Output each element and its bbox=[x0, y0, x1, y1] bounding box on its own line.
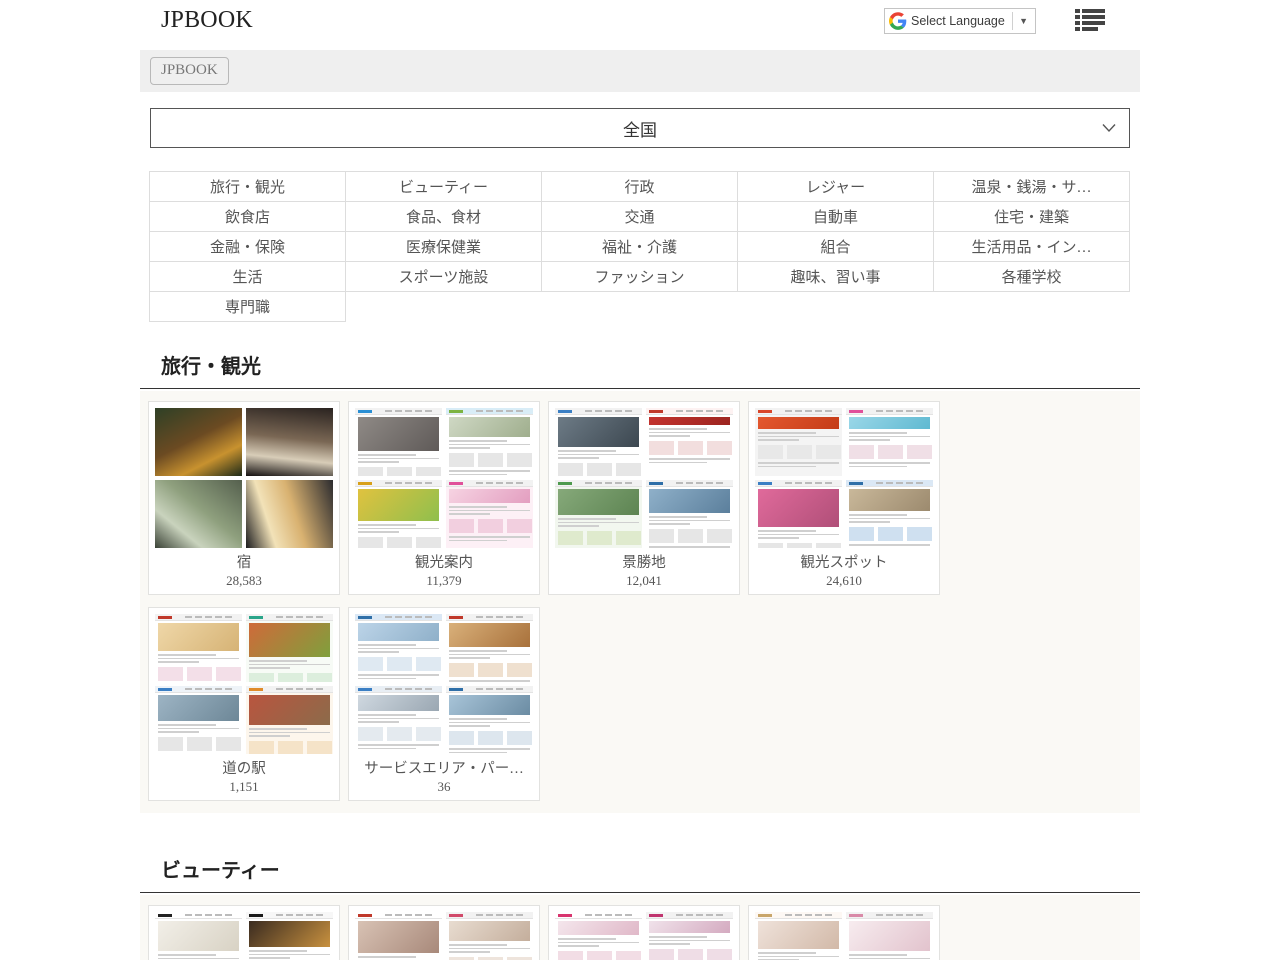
category-card[interactable]: 景勝地12,041 bbox=[548, 401, 740, 595]
card-thumbnail bbox=[353, 910, 535, 960]
card-thumbnail bbox=[153, 406, 335, 549]
category-cell[interactable]: 生活用品・イン… bbox=[934, 232, 1130, 262]
category-cell[interactable]: ファッション bbox=[542, 262, 738, 292]
section-title: ビューティー bbox=[161, 854, 280, 883]
category-row: 旅行・観光ビューティー行政レジャー温泉・銭湯・サ… bbox=[150, 172, 1130, 202]
list-menu-icon[interactable] bbox=[1074, 7, 1106, 33]
category-cell[interactable]: 趣味、習い事 bbox=[738, 262, 934, 292]
site-logo[interactable]: JPBOOK bbox=[161, 7, 253, 34]
category-cell[interactable]: 飲食店 bbox=[150, 202, 346, 232]
category-cell[interactable]: 温泉・銭湯・サ… bbox=[934, 172, 1130, 202]
breadcrumb-item-home[interactable]: JPBOOK bbox=[150, 57, 229, 85]
chevron-down-icon bbox=[1102, 124, 1116, 133]
category-cell[interactable]: 食品、食材 bbox=[346, 202, 542, 232]
card-thumbnail bbox=[353, 612, 535, 755]
category-cell-empty bbox=[738, 292, 934, 322]
category-cell[interactable]: 自動車 bbox=[738, 202, 934, 232]
section-divider bbox=[140, 892, 1140, 893]
category-cell-empty bbox=[934, 292, 1130, 322]
card-thumbnail bbox=[153, 612, 335, 755]
category-cell-empty bbox=[346, 292, 542, 322]
category-row: 飲食店食品、食材交通自動車住宅・建築 bbox=[150, 202, 1130, 232]
card-label: 道の駅 bbox=[155, 757, 333, 778]
category-card[interactable]: 道の駅1,151 bbox=[148, 607, 340, 801]
card-label: 宿 bbox=[155, 551, 333, 572]
category-card[interactable]: 観光スポット24,610 bbox=[748, 401, 940, 595]
card-thumbnail bbox=[753, 406, 935, 549]
category-table: 旅行・観光ビューティー行政レジャー温泉・銭湯・サ…飲食店食品、食材交通自動車住宅… bbox=[149, 171, 1130, 322]
category-cell[interactable]: 専門職 bbox=[150, 292, 346, 322]
category-cell-empty bbox=[542, 292, 738, 322]
google-logo-icon bbox=[889, 12, 907, 30]
category-cell[interactable]: レジャー bbox=[738, 172, 934, 202]
region-select-value: 全国 bbox=[623, 116, 657, 141]
chevron-down-icon[interactable]: ▼ bbox=[1019, 16, 1028, 26]
category-card[interactable] bbox=[348, 905, 540, 960]
breadcrumb: JPBOOK bbox=[140, 50, 1140, 92]
category-cell[interactable]: 福祉・介護 bbox=[542, 232, 738, 262]
category-cell[interactable]: 行政 bbox=[542, 172, 738, 202]
category-cell[interactable]: 住宅・建築 bbox=[934, 202, 1130, 232]
category-cell[interactable]: スポーツ施設 bbox=[346, 262, 542, 292]
translate-label: Select Language bbox=[911, 14, 1010, 28]
card-thumbnail bbox=[753, 910, 935, 960]
card-count: 36 bbox=[349, 779, 539, 795]
card-label: 観光案内 bbox=[355, 551, 533, 572]
category-row: 生活スポーツ施設ファッション趣味、習い事各種学校 bbox=[150, 262, 1130, 292]
card-label: 観光スポット bbox=[755, 551, 933, 572]
category-row: 金融・保険医療保健業福祉・介護組合生活用品・イン… bbox=[150, 232, 1130, 262]
site-header: JPBOOK Select Language ▼ bbox=[0, 0, 1280, 44]
card-count: 24,610 bbox=[749, 573, 939, 589]
category-row: 専門職 bbox=[150, 292, 1130, 322]
card-count: 12,041 bbox=[549, 573, 739, 589]
category-cell[interactable]: 組合 bbox=[738, 232, 934, 262]
category-card[interactable]: 宿28,583 bbox=[148, 401, 340, 595]
section-card-strip bbox=[140, 895, 1140, 960]
category-card[interactable] bbox=[548, 905, 740, 960]
card-label: 景勝地 bbox=[555, 551, 733, 572]
card-count: 11,379 bbox=[349, 573, 539, 589]
category-cell[interactable]: 旅行・観光 bbox=[150, 172, 346, 202]
category-card[interactable]: 観光案内11,379 bbox=[348, 401, 540, 595]
page-root: JPBOOK Select Language ▼ JPBOOK bbox=[0, 0, 1280, 960]
card-count: 28,583 bbox=[149, 573, 339, 589]
section-divider bbox=[140, 388, 1140, 389]
section-card-strip: 宿28,583観光案内11,379景勝地12,041観光スポット24,610道の… bbox=[140, 391, 1140, 813]
category-cell[interactable]: ビューティー bbox=[346, 172, 542, 202]
category-cell[interactable]: 各種学校 bbox=[934, 262, 1130, 292]
google-translate-widget[interactable]: Select Language ▼ bbox=[884, 8, 1036, 34]
translate-separator bbox=[1012, 12, 1013, 30]
category-cell[interactable]: 金融・保険 bbox=[150, 232, 346, 262]
card-thumbnail bbox=[553, 910, 735, 960]
card-label: サービスエリア・パー… bbox=[355, 757, 533, 778]
category-cell[interactable]: 交通 bbox=[542, 202, 738, 232]
category-cell[interactable]: 医療保健業 bbox=[346, 232, 542, 262]
category-card[interactable] bbox=[148, 905, 340, 960]
card-thumbnail bbox=[153, 910, 335, 960]
card-count: 1,151 bbox=[149, 779, 339, 795]
card-thumbnail bbox=[353, 406, 535, 549]
card-thumbnail bbox=[553, 406, 735, 549]
category-cell[interactable]: 生活 bbox=[150, 262, 346, 292]
section-title: 旅行・観光 bbox=[161, 350, 261, 379]
region-select[interactable]: 全国 bbox=[150, 108, 1130, 148]
category-card[interactable]: サービスエリア・パー…36 bbox=[348, 607, 540, 801]
category-card[interactable] bbox=[748, 905, 940, 960]
